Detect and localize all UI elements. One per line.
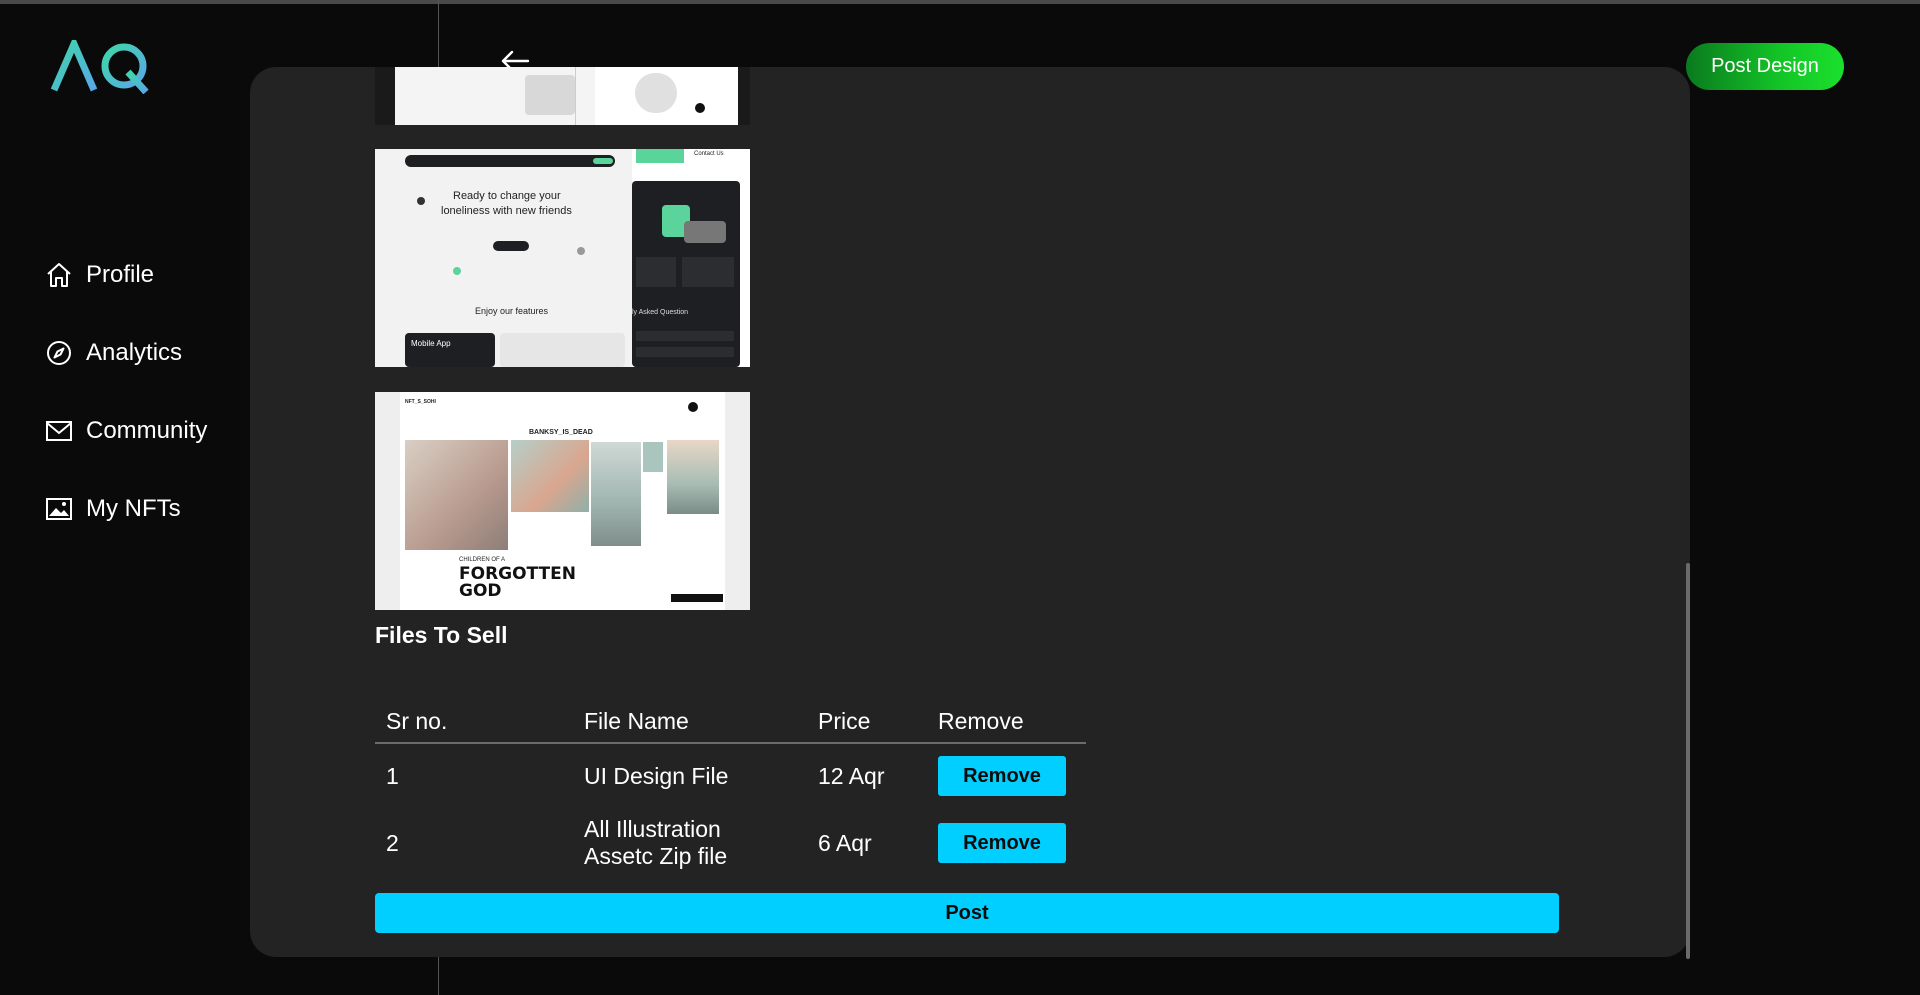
sidebar-item-label: My NFTs — [86, 495, 181, 522]
thumb-features: Enjoy our features — [475, 306, 549, 316]
files-to-sell-title: Files To Sell — [375, 622, 508, 648]
image-icon — [44, 494, 74, 524]
table-row: 1 UI Design File 12 Aqr Remove — [375, 744, 1086, 808]
thumb-heading-line1: Ready to change your — [453, 190, 561, 202]
top-border — [0, 0, 1920, 4]
remove-button[interactable]: Remove — [938, 823, 1066, 863]
sidebar-item-label: Analytics — [86, 339, 183, 366]
thumb-faq: ly Asked Question — [632, 309, 689, 316]
column-header-remove: Remove — [938, 707, 1024, 734]
design-thumbnail-1[interactable] — [375, 67, 750, 125]
post-design-button[interactable]: Post Design — [1686, 43, 1844, 90]
column-header-file-name: File Name — [584, 707, 689, 734]
thumb-heading-line2: loneliness with new friends — [441, 205, 572, 217]
cell-sr: 2 — [386, 829, 399, 856]
column-header-sr: Sr no. — [386, 707, 448, 734]
cell-price: 12 Aqr — [818, 762, 885, 789]
table-header: Sr no. File Name Price Remove — [375, 700, 1086, 744]
aq-logo[interactable] — [50, 40, 154, 94]
column-header-price: Price — [818, 707, 871, 734]
design-thumbnail-3[interactable]: NFT_S_SOHI BANKSY_IS_DEAD CHILDREN OF A … — [375, 392, 750, 610]
sidebar-item-my-nfts[interactable]: My NFTs — [44, 489, 284, 529]
thumb-contact: Contact Us — [694, 151, 724, 157]
table-row: 2 All Illustration Assetc Zip file 6 Aqr… — [375, 808, 1086, 878]
sidebar-item-label: Community — [86, 417, 208, 444]
sidebar: Profile Analytics Community My NFTs — [44, 255, 284, 567]
sidebar-item-label: Profile — [86, 261, 155, 288]
scrollbar[interactable] — [1686, 563, 1690, 959]
thumb-mobile-app: Mobile App — [411, 339, 451, 348]
thumb-brand: NFT_S_SOHI — [405, 399, 436, 405]
cell-file-name: UI Design File — [584, 762, 729, 789]
compass-icon — [44, 338, 74, 368]
files-table: Sr no. File Name Price Remove 1 UI Desig… — [375, 700, 1086, 878]
cell-file-name: All Illustration Assetc Zip file — [584, 816, 818, 870]
thumb-headline-small: CHILDREN OF A — [459, 557, 506, 563]
thumb-nft-title: BANKSY_IS_DEAD — [529, 429, 593, 436]
sidebar-item-community[interactable]: Community — [44, 411, 284, 451]
cell-price: 6 Aqr — [818, 829, 872, 856]
remove-button[interactable]: Remove — [938, 756, 1066, 796]
home-icon — [44, 260, 74, 290]
thumb-headline-big2: GOD — [459, 581, 502, 601]
sidebar-item-analytics[interactable]: Analytics — [44, 333, 284, 373]
mail-icon — [44, 416, 74, 446]
cell-file-name-line2: Assetc Zip file — [584, 843, 728, 869]
cell-file-name-line1: All Illustration — [584, 816, 721, 842]
cell-sr: 1 — [386, 762, 399, 789]
post-button[interactable]: Post — [375, 893, 1559, 933]
design-thumbnail-2[interactable]: Ready to change your loneliness with new… — [375, 149, 750, 367]
sidebar-item-profile[interactable]: Profile — [44, 255, 284, 295]
